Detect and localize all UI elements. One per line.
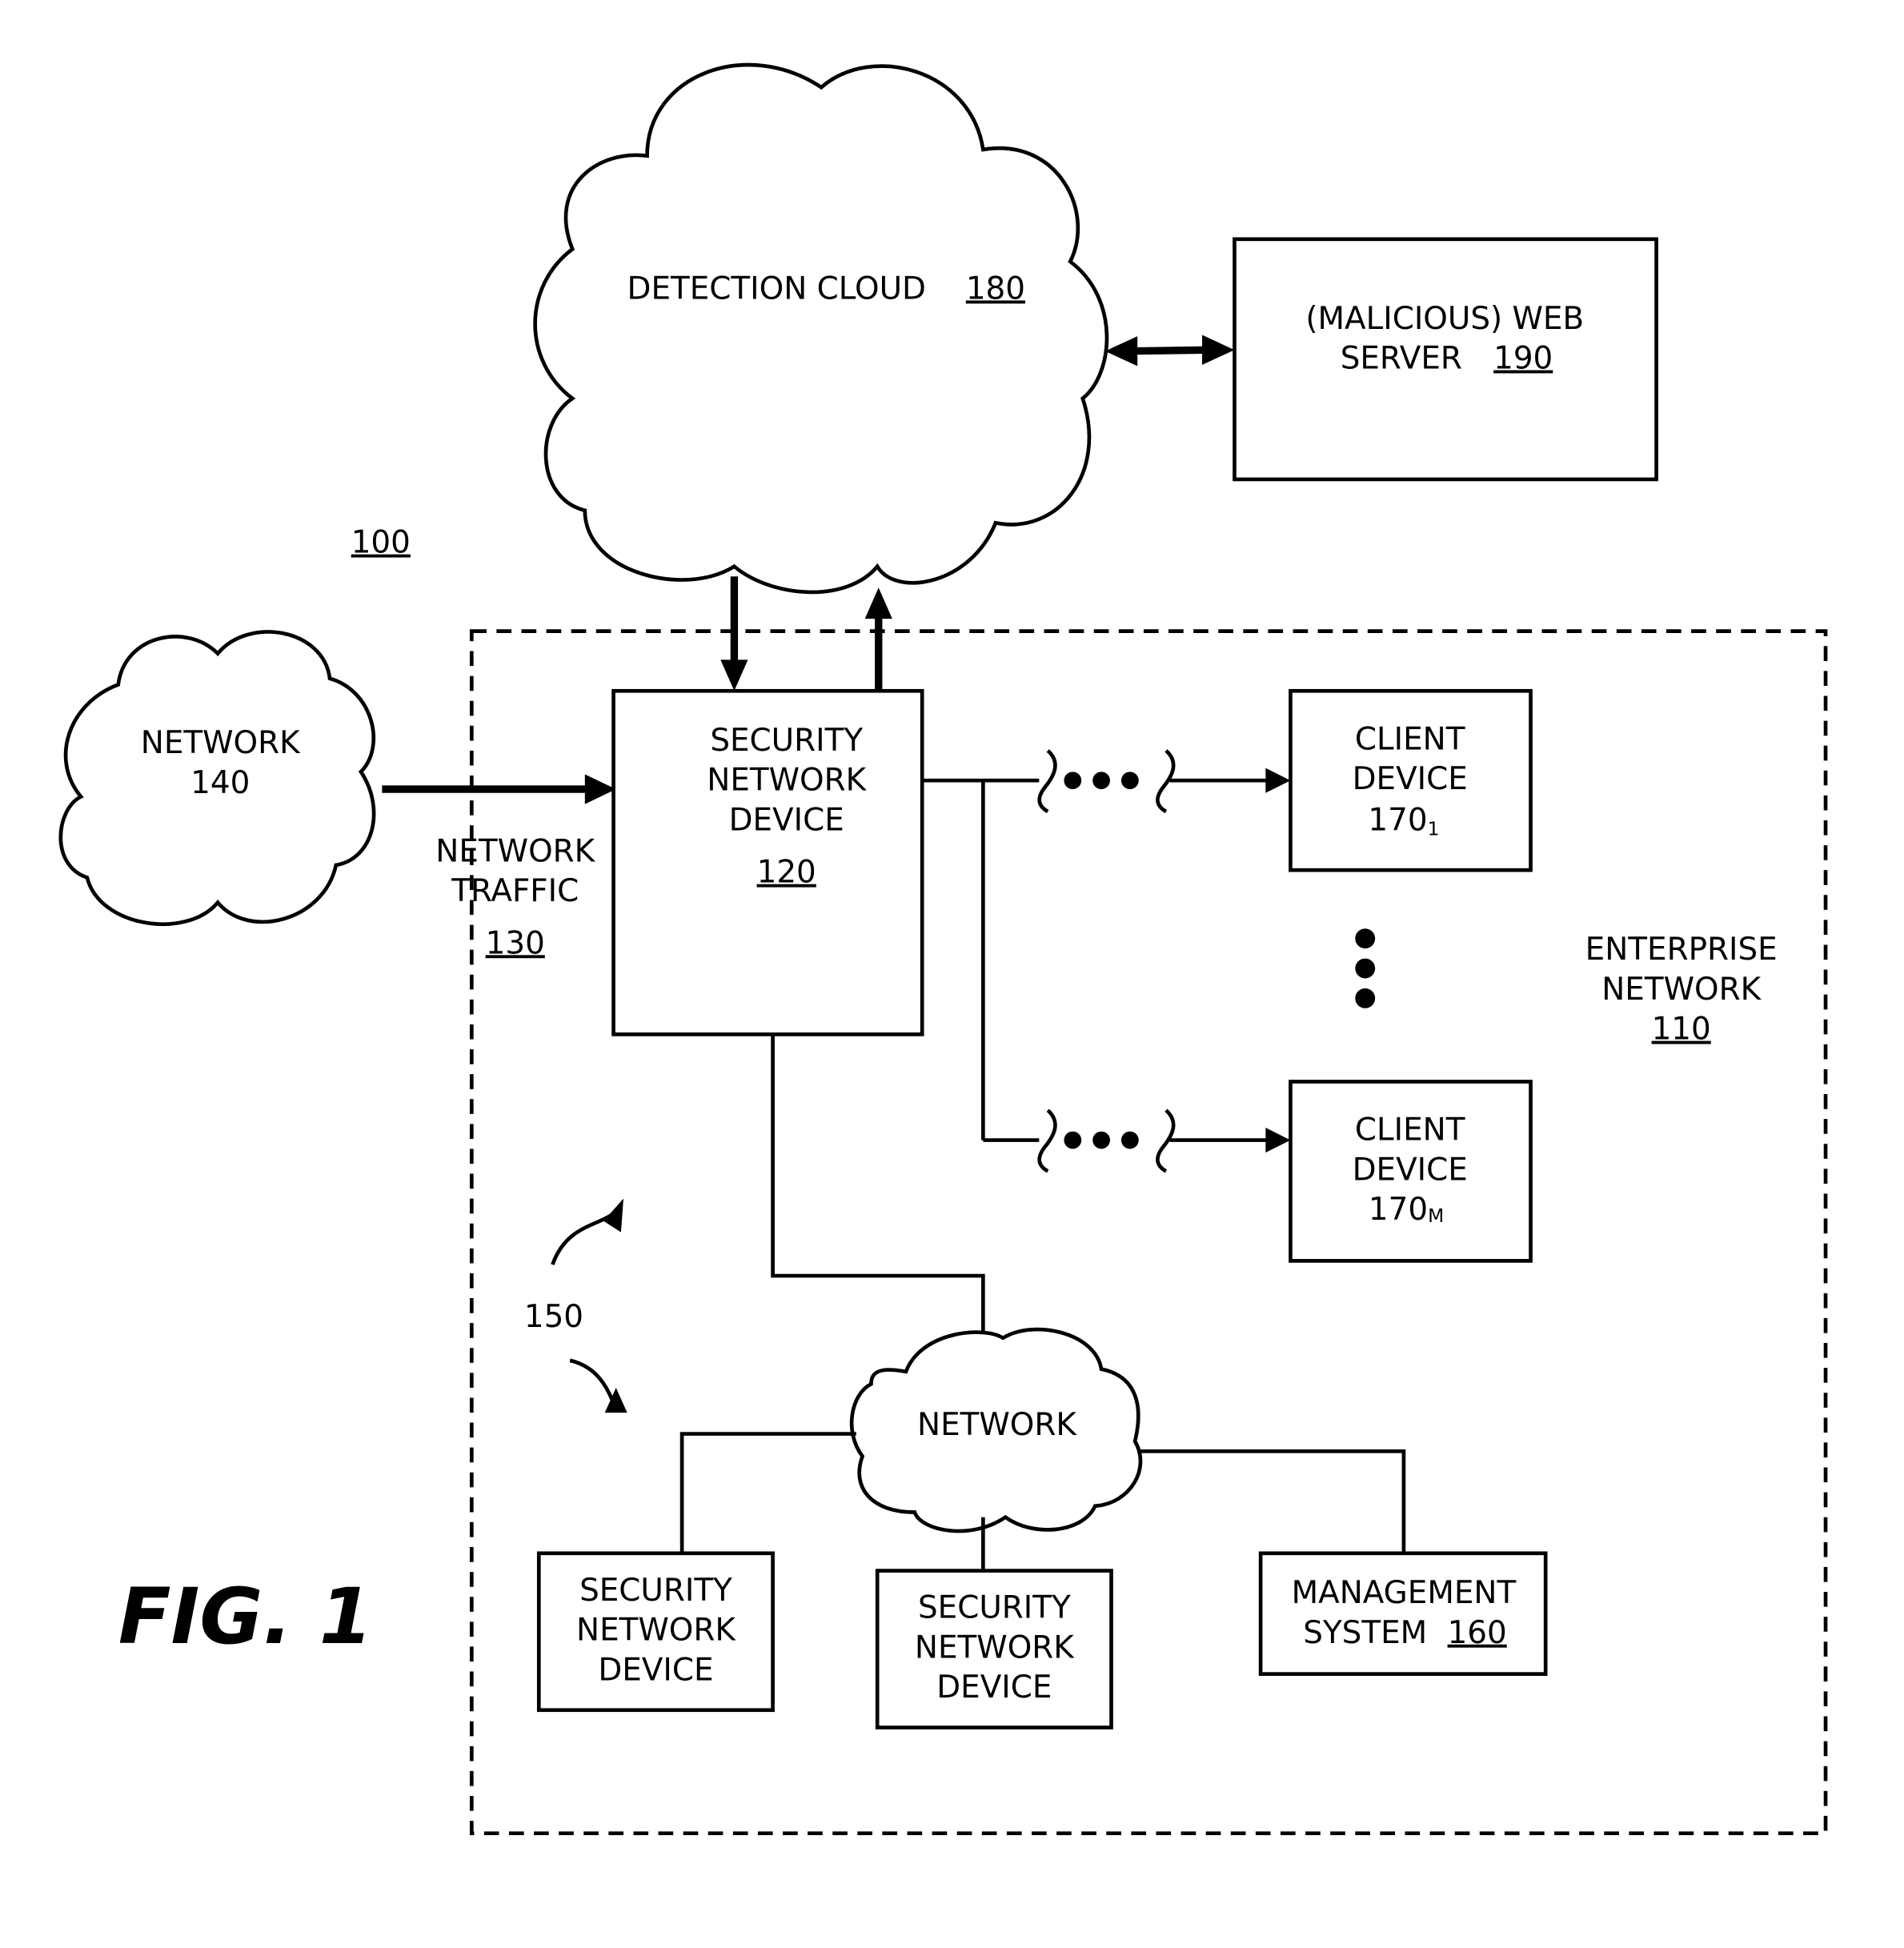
client-m-line1: CLIENT xyxy=(1355,1112,1465,1148)
ref-150-label: 150 xyxy=(524,1299,583,1335)
enterprise-network-line2: NETWORK xyxy=(1601,972,1762,1008)
network-traffic-label-line2: TRAFFIC xyxy=(451,873,579,909)
client-m-line2: DEVICE xyxy=(1353,1152,1468,1188)
vertical-ellipsis xyxy=(1355,928,1376,1008)
enterprise-network-line1: ENTERPRISE xyxy=(1585,932,1778,968)
sec-device-120-line2: NETWORK xyxy=(707,763,867,799)
network-140-label: NETWORK xyxy=(141,725,301,761)
device-to-cloud-arrowhead xyxy=(864,587,892,619)
link-to-management-system xyxy=(1137,1449,1406,1553)
sec-device-120-line3: DEVICE xyxy=(729,802,844,838)
figure-caption: FIG. 1 xyxy=(118,1572,373,1661)
break-ellipsis-1 xyxy=(1037,749,1176,814)
sec-device-b-line2: NETWORK xyxy=(915,1629,1075,1665)
detection-cloud-label: DETECTION CLOUD xyxy=(627,271,926,307)
ref-150-arrowhead-up xyxy=(603,1198,624,1233)
client-1-line2: DEVICE xyxy=(1353,761,1468,797)
detection-cloud-shape xyxy=(533,62,1109,595)
arrowhead-client-1 xyxy=(1265,768,1291,793)
cloud-to-device-arrowhead xyxy=(720,659,748,691)
ref-150-arrow-down xyxy=(569,1358,615,1401)
cloud-webserver-link xyxy=(1126,346,1214,355)
web-server-label-line2: SERVER xyxy=(1341,341,1462,377)
sec-device-a-line3: DEVICE xyxy=(598,1652,713,1688)
link-to-security-device-a xyxy=(679,1432,856,1553)
arrowhead-to-cloud xyxy=(1104,336,1138,367)
management-system-box xyxy=(1258,1551,1548,1676)
system-diagram: DETECTION CLOUD 180 (MALICIOUS) WEB SERV… xyxy=(58,62,1828,1835)
sec-device-a-line2: NETWORK xyxy=(576,1613,736,1649)
break-ellipsis-m xyxy=(1037,1108,1176,1173)
web-server-label-line1: (MALICIOUS) WEB xyxy=(1305,301,1584,337)
system-ref-100: 100 xyxy=(351,525,411,561)
network-traffic-arrowhead xyxy=(584,774,616,804)
sec-device-a-line1: SECURITY xyxy=(579,1573,732,1609)
arrowhead-client-m xyxy=(1265,1128,1291,1153)
sec-device-120-line1: SECURITY xyxy=(710,723,863,759)
sec-device-120-ref: 120 xyxy=(757,855,816,891)
enterprise-network-ref: 110 xyxy=(1652,1012,1711,1048)
management-system-ref: 160 xyxy=(1448,1615,1507,1651)
sec-device-b-line3: DEVICE xyxy=(936,1669,1052,1706)
arrowhead-to-webserver xyxy=(1202,335,1235,365)
network-traffic-label-line1: NETWORK xyxy=(435,833,595,869)
sec-device-b-line1: SECURITY xyxy=(918,1590,1071,1626)
detection-cloud-ref: 180 xyxy=(966,271,1025,307)
network-traffic-ref: 130 xyxy=(486,925,545,961)
network-140-ref: 140 xyxy=(190,765,250,801)
internal-network-label: NETWORK xyxy=(917,1407,1077,1443)
client-1-line1: CLIENT xyxy=(1355,721,1465,757)
link-device120-internal-network xyxy=(771,1034,985,1338)
management-system-line1: MANAGEMENT xyxy=(1292,1575,1517,1611)
management-system-line2: SYSTEM xyxy=(1303,1615,1427,1651)
web-server-ref: 190 xyxy=(1493,341,1553,377)
